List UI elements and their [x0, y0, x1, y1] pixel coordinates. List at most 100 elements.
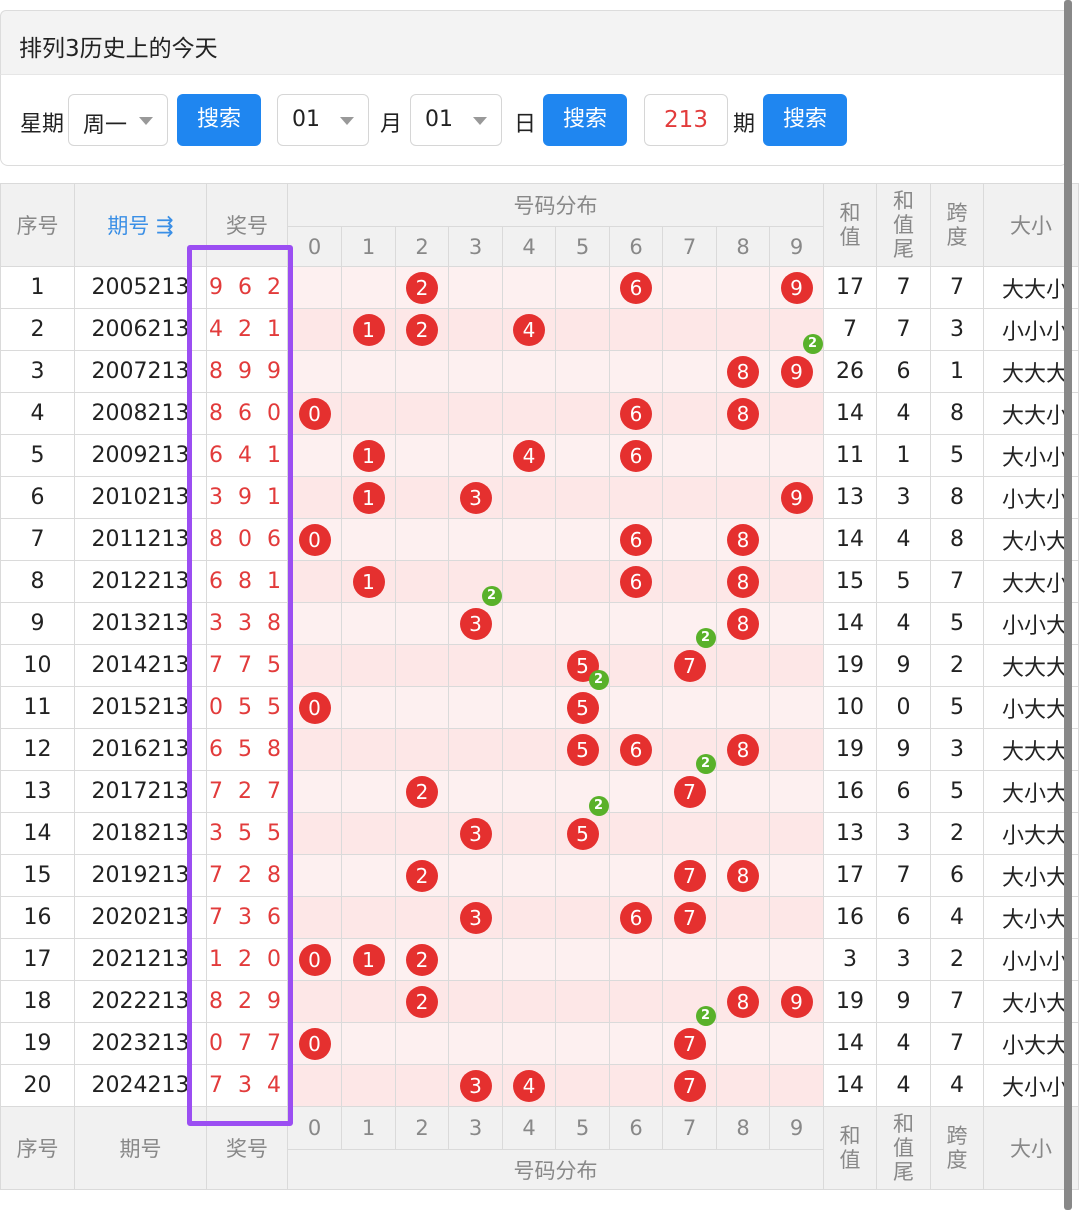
award-cell: 0 7 7	[206, 1022, 288, 1065]
digit-footer: 7	[662, 1106, 717, 1150]
day-select[interactable]: 01	[410, 94, 502, 146]
seq-cell: 1	[0, 266, 75, 309]
weekday-select[interactable]: 周一	[68, 94, 168, 146]
digit-cell: 3	[448, 476, 503, 519]
digit-cell	[502, 476, 556, 519]
digit-cell	[502, 518, 556, 561]
digit-cell	[609, 602, 663, 645]
seq-cell: 5	[0, 434, 75, 477]
digit-cell	[609, 1022, 663, 1065]
number-ball: 2	[406, 859, 438, 892]
span-cell: 5	[930, 434, 984, 477]
digit-cell	[555, 938, 610, 981]
digit-cell: 6	[609, 518, 663, 561]
table-row: 4 2008213 8 6 0 0 6 8 14 4 8 大大小	[0, 392, 1079, 435]
digit-cell: 2	[395, 770, 449, 813]
number-ball: 6	[620, 523, 652, 556]
sum-tail-cell: 7	[876, 266, 931, 309]
digit-header: 1	[341, 226, 396, 267]
number-ball: 2	[406, 943, 438, 976]
digit-cell	[448, 518, 503, 561]
span-cell: 3	[930, 308, 984, 351]
digit-footer: 6	[609, 1106, 663, 1150]
award-cell: 7 2 7	[206, 770, 288, 813]
award-cell: 3 5 5	[206, 812, 288, 855]
date-search-button[interactable]: 搜索	[543, 94, 627, 146]
digit-cell	[395, 560, 449, 603]
digit-cell	[555, 854, 610, 897]
sum-tail-footer-label: 和值尾	[893, 1112, 914, 1184]
digit-cell	[502, 812, 556, 855]
sum-cell: 19	[823, 728, 877, 771]
digit-cell	[448, 770, 503, 813]
digit-cell	[341, 266, 396, 309]
period-header[interactable]: 期号 ⇶	[74, 183, 207, 267]
digit-cell	[395, 392, 449, 435]
issue-search-button[interactable]: 搜索	[763, 94, 847, 146]
sum-tail-cell: 3	[876, 812, 931, 855]
digit-cell: 3	[448, 896, 503, 939]
table-row: 9 2013213 3 3 8 3 2 8 14 4 5 小小大	[0, 585, 1079, 645]
award-cell: 1 2 0	[206, 938, 288, 981]
digit-cell	[609, 1064, 663, 1107]
award-cell: 4 2 1	[206, 308, 288, 351]
sort-icon[interactable]: ⇶	[156, 214, 174, 238]
digit-cell	[341, 392, 396, 435]
sum-cell: 14	[823, 602, 877, 645]
distribution-header: 号码分布	[287, 183, 824, 227]
span-cell: 8	[930, 476, 984, 519]
number-ball: 1	[352, 439, 385, 472]
sum-header: 和值	[823, 183, 877, 267]
sum-tail-cell: 9	[876, 980, 931, 1023]
number-ball: 3	[459, 817, 492, 850]
issue-label: 期	[733, 112, 756, 137]
digit-cell	[341, 980, 396, 1023]
span-cell: 3	[930, 728, 984, 771]
digit-cell	[662, 476, 717, 519]
digit-cell	[609, 980, 663, 1023]
digit-cell: 7	[662, 1064, 717, 1107]
period-cell: 2022213	[74, 980, 207, 1023]
digit-cell: 9	[769, 266, 824, 309]
digit-header: 9	[769, 226, 824, 267]
digit-cell	[341, 602, 396, 645]
digit-header: 2	[395, 226, 449, 267]
period-cell: 2023213	[74, 1022, 207, 1065]
digit-cell	[609, 644, 663, 687]
digit-cell	[716, 434, 770, 477]
digit-cell: 6	[609, 392, 663, 435]
number-ball: 9	[780, 985, 813, 1018]
digit-cell: 92	[769, 333, 824, 393]
weekday-select-value: 周一	[83, 113, 128, 138]
digit-cell: 6	[609, 434, 663, 477]
scrollbar[interactable]	[1064, 0, 1072, 1210]
digit-cell	[502, 854, 556, 897]
number-ball: 8	[727, 565, 759, 598]
month-select[interactable]: 01	[277, 94, 369, 146]
digit-cell: 1	[341, 434, 396, 477]
digit-cell	[341, 770, 396, 813]
digit-cell: 6	[609, 560, 663, 603]
digit-cell	[502, 728, 556, 771]
digit-cell	[716, 644, 770, 687]
issue-input[interactable]: 213	[644, 94, 728, 146]
sum-tail-cell: 3	[876, 938, 931, 981]
number-ball: 7	[673, 649, 706, 682]
history-table: 序号 期号 ⇶ 奖号 号码分布 和值 和值尾 跨度 大小 0123456789 …	[0, 183, 1079, 1190]
award-cell: 9 6 2	[206, 266, 288, 309]
seq-cell: 12	[0, 728, 75, 771]
number-ball: 8	[727, 523, 759, 556]
award-cell: 7 2 8	[206, 854, 288, 897]
weekday-search-button[interactable]: 搜索	[177, 94, 261, 146]
number-ball: 5	[566, 733, 599, 766]
digit-cell	[609, 770, 663, 813]
seq-cell: 10	[0, 644, 75, 687]
number-ball: 6	[620, 271, 652, 304]
digit-footer: 1	[341, 1106, 396, 1150]
number-ball: 1	[352, 565, 385, 598]
period-cell: 2005213	[74, 266, 207, 309]
digit-cell	[502, 392, 556, 435]
sum-tail-cell: 4	[876, 602, 931, 645]
digit-cell: 2	[395, 938, 449, 981]
period-header-label: 期号	[107, 214, 150, 238]
